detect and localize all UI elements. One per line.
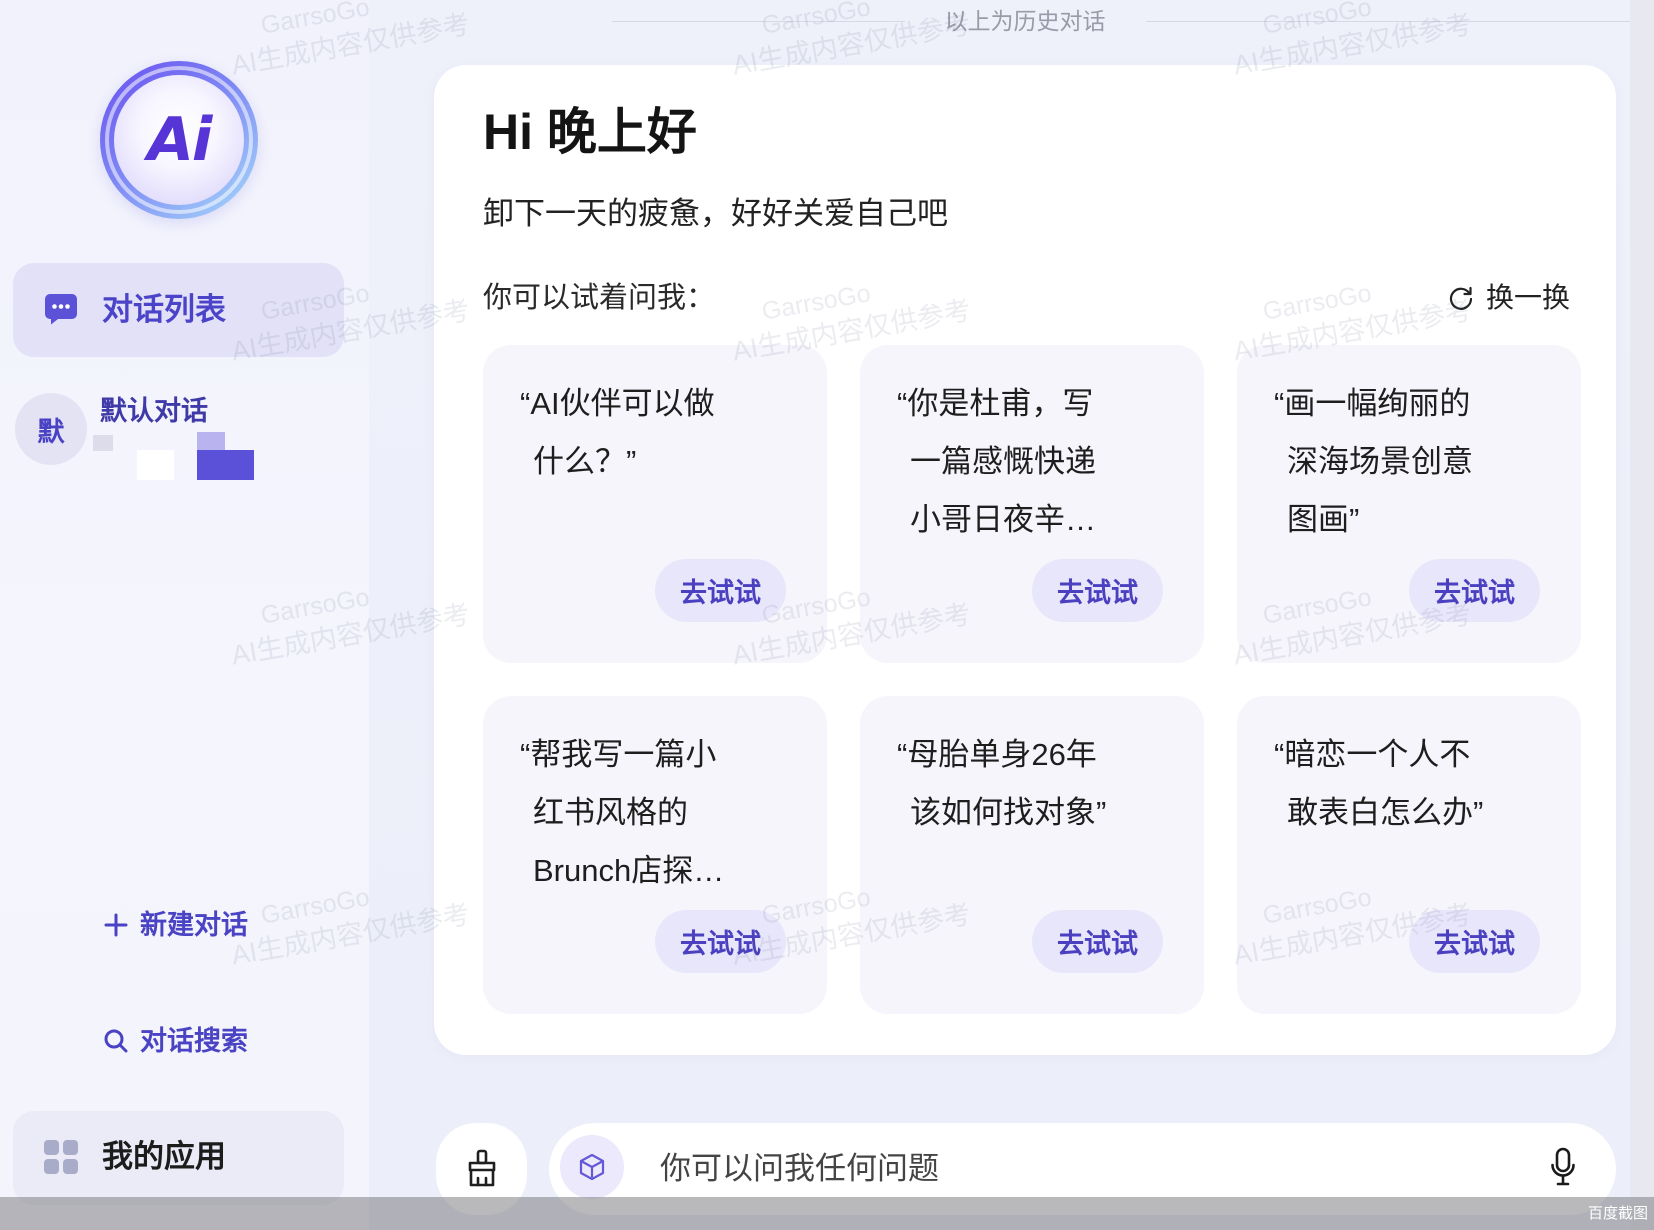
suggestion-line: “画一幅绚丽的 bbox=[1274, 386, 1471, 421]
grid-icon bbox=[44, 1140, 78, 1174]
greeting-title: Hi 晚上好 bbox=[483, 104, 697, 160]
screenshot-tool-bar: 百度截图 bbox=[0, 1197, 1654, 1230]
watermark-brand: GarrsoGo bbox=[1260, 0, 1374, 40]
suggestion-text: “帮我写一篇小 红书风格的 Brunch店探… bbox=[520, 726, 813, 900]
broom-icon bbox=[464, 1148, 500, 1188]
ai-logo: Ai bbox=[100, 61, 258, 219]
logo-inner: Ai bbox=[114, 75, 244, 205]
search-icon bbox=[103, 1028, 129, 1054]
suggestion-card[interactable]: “帮我写一篇小 红书风格的 Brunch店探… 去试试 bbox=[483, 696, 827, 1014]
welcome-card: Hi 晚上好 卸下一天的疲惫，好好关爱自己吧 你可以试着问我： 换一换 “AI伙… bbox=[434, 65, 1616, 1055]
conversation-item[interactable]: 默 默认对话 bbox=[0, 380, 369, 490]
my-apps-label: 我的应用 bbox=[102, 1139, 226, 1174]
nav-conversation-list-label: 对话列表 bbox=[102, 292, 226, 327]
try-button[interactable]: 去试试 bbox=[655, 910, 786, 973]
suggestion-grid: “AI伙伴可以做 什么？” 去试试 “你是杜甫，写 一篇感慨快递 小哥日夜辛… … bbox=[483, 345, 1581, 1014]
suggestion-line: “AI伙伴可以做 bbox=[520, 386, 715, 421]
conversation-title: 默认对话 bbox=[100, 396, 208, 426]
plus-icon bbox=[103, 912, 129, 938]
redaction-block bbox=[93, 435, 113, 451]
voice-input-button[interactable] bbox=[1550, 1147, 1576, 1187]
refresh-label: 换一换 bbox=[1485, 282, 1570, 313]
refresh-suggestions-button[interactable]: 换一换 bbox=[1448, 278, 1570, 318]
refresh-icon bbox=[1448, 285, 1474, 311]
logo-text: Ai bbox=[147, 105, 212, 175]
suggestion-card[interactable]: “画一幅绚丽的 深海场景创意 图画” 去试试 bbox=[1237, 345, 1581, 663]
suggestion-line: 什么？” bbox=[533, 444, 637, 479]
suggestion-line: Brunch店探… bbox=[533, 853, 725, 888]
new-chat-label: 新建对话 bbox=[140, 910, 248, 940]
suggestion-line: 深海场景创意 bbox=[1287, 444, 1473, 479]
new-chat-button[interactable]: 新建对话 bbox=[103, 905, 248, 945]
suggestion-card[interactable]: “AI伙伴可以做 什么？” 去试试 bbox=[483, 345, 827, 663]
history-divider-text: 以上为历史对话 bbox=[944, 8, 1106, 34]
suggestion-text: “暗恋一个人不 敢表白怎么办” bbox=[1274, 726, 1567, 900]
suggestion-line: 敢表白怎么办” bbox=[1287, 795, 1484, 830]
screenshot-tool-label: 百度截图 bbox=[1587, 1205, 1648, 1222]
watermark-brand: GarrsoGo bbox=[759, 0, 873, 40]
redaction-block bbox=[137, 450, 174, 480]
sidebar: Ai 对话列表 默 默认对话 新建对话 对话搜索 我的应用 bbox=[0, 0, 369, 1230]
suggestion-text: “母胎单身26年 该如何找对象” bbox=[897, 726, 1190, 900]
suggestion-card[interactable]: “你是杜甫，写 一篇感慨快递 小哥日夜辛… 去试试 bbox=[860, 345, 1204, 663]
my-apps-button[interactable]: 我的应用 bbox=[13, 1111, 344, 1205]
suggestion-line: 红书风格的 bbox=[533, 795, 688, 830]
search-chats-button[interactable]: 对话搜索 bbox=[103, 1021, 248, 1061]
try-button[interactable]: 去试试 bbox=[1032, 559, 1163, 622]
suggestion-line: “暗恋一个人不 bbox=[1274, 737, 1471, 772]
suggestion-text: “画一幅绚丽的 深海场景创意 图画” bbox=[1274, 375, 1567, 549]
history-divider-line-left bbox=[612, 21, 905, 22]
greeting-subtitle: 卸下一天的疲惫，好好关爱自己吧 bbox=[483, 196, 948, 231]
suggestion-line: 该如何找对象” bbox=[910, 795, 1107, 830]
avatar-initial: 默 bbox=[37, 416, 65, 447]
suggestion-line: 一篇感慨快递 bbox=[910, 444, 1096, 479]
suggestion-line: “你是杜甫，写 bbox=[897, 386, 1094, 421]
try-button[interactable]: 去试试 bbox=[655, 559, 786, 622]
redaction-block bbox=[197, 432, 225, 450]
suggestion-text: “你是杜甫，写 一篇感慨快递 小哥日夜辛… bbox=[897, 375, 1190, 549]
suggestion-card[interactable]: “母胎单身26年 该如何找对象” 去试试 bbox=[860, 696, 1204, 1014]
window-edge bbox=[1630, 0, 1654, 1230]
redaction-block bbox=[197, 450, 254, 480]
try-button[interactable]: 去试试 bbox=[1409, 559, 1540, 622]
try-button[interactable]: 去试试 bbox=[1409, 910, 1540, 973]
suggestion-line: 小哥日夜辛… bbox=[910, 502, 1096, 537]
suggestion-card[interactable]: “暗恋一个人不 敢表白怎么办” 去试试 bbox=[1237, 696, 1581, 1014]
suggestion-line: “帮我写一篇小 bbox=[520, 737, 717, 772]
history-divider-line-right bbox=[1146, 21, 1630, 22]
cube-icon bbox=[577, 1152, 607, 1182]
suggestion-text: “AI伙伴可以做 什么？” bbox=[520, 375, 813, 549]
chat-bubble-icon bbox=[43, 292, 79, 326]
suggestion-line: 图画” bbox=[1287, 502, 1360, 537]
avatar: 默 bbox=[15, 393, 87, 465]
suggestion-heading: 你可以试着问我： bbox=[483, 282, 716, 314]
try-button[interactable]: 去试试 bbox=[1032, 910, 1163, 973]
microphone-icon bbox=[1550, 1147, 1576, 1187]
nav-conversation-list[interactable]: 对话列表 bbox=[13, 263, 344, 357]
chat-input[interactable] bbox=[660, 1145, 1520, 1193]
suggestion-line: “母胎单身26年 bbox=[897, 737, 1097, 772]
search-chats-label: 对话搜索 bbox=[140, 1026, 248, 1056]
plugin-button[interactable] bbox=[560, 1135, 624, 1199]
